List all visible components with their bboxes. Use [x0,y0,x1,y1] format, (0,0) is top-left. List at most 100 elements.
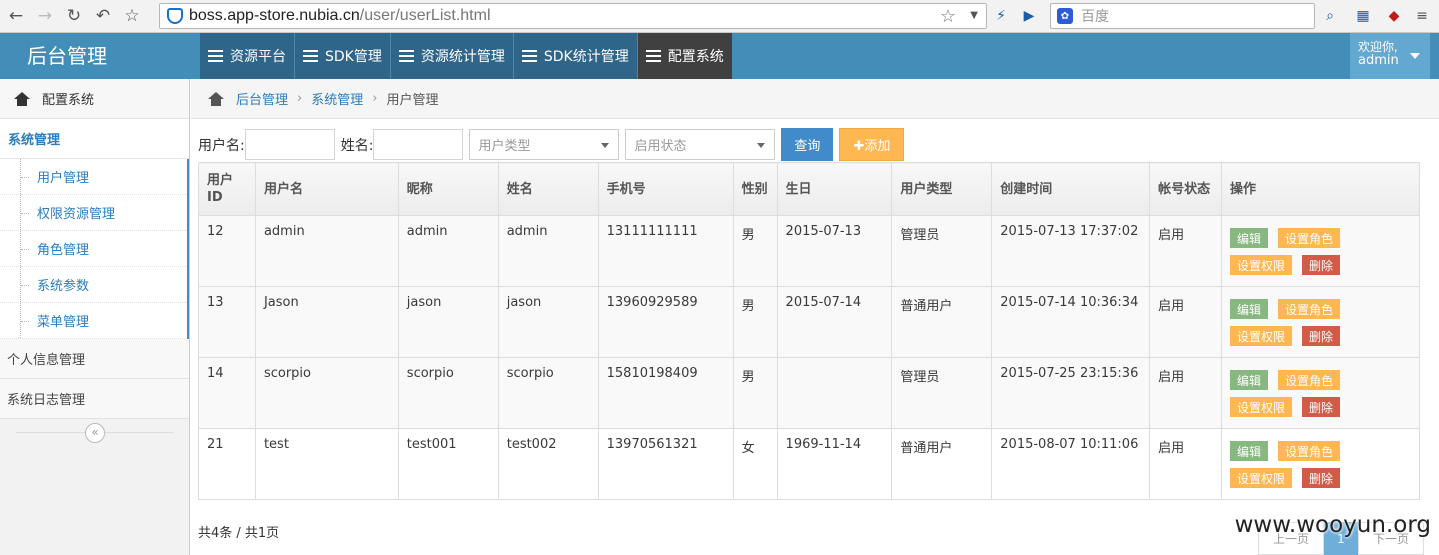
cell-type: 管理员 [891,357,993,429]
nav-config-system[interactable]: 配置系统 [637,33,732,79]
column-header: 用户ID [198,162,256,216]
delete-button[interactable]: 删除 [1302,468,1341,488]
sidebar-item-system-log[interactable]: 系统日志管理 [0,379,189,419]
status-select[interactable]: 启用状态 [625,129,776,160]
search-box[interactable]: ✿ 百度 [1050,3,1315,29]
set-permission-button[interactable]: 设置权限 [1230,326,1293,346]
cell-name: jason [497,286,599,358]
sidebar-header-label: 配置系统 [42,93,95,108]
sidebar-group-system[interactable]: 系统管理 [0,119,189,159]
list-icon [208,50,223,62]
cell-nickname: admin [397,215,499,287]
reload-icon[interactable]: ↻ [61,3,87,29]
welcome-text: 欢迎你, [1358,40,1398,54]
delete-button[interactable]: 删除 [1302,326,1341,346]
cell-name: admin [497,215,599,287]
sidebar-submenu: 用户管理 权限资源管理 角色管理 系统参数 菜单管理 [0,159,189,339]
cell-type: 普通用户 [891,286,993,358]
cell-actions: 编辑 设置角色 设置权限 删除 [1221,428,1420,500]
delete-button[interactable]: 删除 [1302,255,1341,275]
lightning-icon[interactable]: ⚡ [990,5,1012,27]
search-placeholder: 百度 [1081,9,1109,25]
set-role-button[interactable]: 设置角色 [1278,228,1341,248]
column-header: 姓名 [497,162,599,216]
edit-button[interactable]: 编辑 [1230,370,1269,390]
edit-button[interactable]: 编辑 [1230,441,1269,461]
breadcrumb-separator: › [372,91,378,106]
column-header: 帐号状态 [1149,162,1223,216]
status-placeholder: 启用状态 [634,139,687,154]
delete-button[interactable]: 删除 [1302,397,1341,417]
set-role-button[interactable]: 设置角色 [1278,441,1341,461]
breadcrumb-section[interactable]: 系统管理 [311,89,363,108]
username-input[interactable] [244,129,335,160]
name-input[interactable] [373,129,464,160]
favorite-star-icon[interactable]: ☆ [940,6,956,27]
add-button[interactable]: ✚添加 [839,128,905,161]
caret-down-icon [1410,53,1420,59]
set-permission-button[interactable]: 设置权限 [1230,397,1293,417]
sidebar-header: 配置系统 [0,79,189,119]
cell-type: 普通用户 [891,428,993,500]
cell-username: Jason [254,286,399,358]
nav-sdk-stats[interactable]: SDK统计管理 [513,33,638,79]
dropdown-icon[interactable]: ▼ [970,10,978,21]
sidebar-item-user-management[interactable]: 用户管理 [0,159,187,195]
search-button[interactable]: 查询 [781,128,834,161]
column-header: 昵称 [397,162,499,216]
sidebar-item-menu-management[interactable]: 菜单管理 [0,303,187,339]
pagination-summary: 共4条 / 共1页 [198,526,280,541]
column-header: 生日 [776,162,893,216]
edit-button[interactable]: 编辑 [1230,228,1269,248]
column-header: 创建时间 [991,162,1151,216]
menu-icon[interactable]: ≡ [1411,5,1433,27]
table-row: 14 scorpio scorpio scorpio 15810198409 男… [198,357,1420,429]
cell-id: 13 [198,286,256,358]
nav-label: SDK管理 [325,49,382,65]
brand-title[interactable]: 后台管理 [0,33,200,79]
cell-status: 启用 [1149,357,1223,429]
collapse-sidebar-icon[interactable]: « [85,423,105,443]
column-header: 用户名 [254,162,399,216]
cell-id: 12 [198,215,256,287]
nav-sdk[interactable]: SDK管理 [295,33,391,79]
list-icon [398,50,414,62]
sidebar-item-profile[interactable]: 个人信息管理 [0,339,189,379]
cell-actions: 编辑 设置角色 设置权限 删除 [1221,215,1420,287]
list-icon [645,50,661,62]
url-host: boss.app-store.nubia.cn [189,7,360,24]
user-menu[interactable]: 欢迎你, admin [1350,33,1430,79]
forward-icon[interactable]: → [32,3,58,29]
cell-created: 2015-07-13 17:37:02 [991,215,1151,287]
address-bar[interactable]: boss.app-store.nubia.cn/user/userList.ht… [159,3,987,29]
bookmark-star-icon[interactable]: ☆ [119,3,145,29]
column-header: 手机号 [597,162,734,216]
nav-resource-stats[interactable]: 资源统计管理 [390,33,514,79]
caret-down-icon [601,143,610,148]
cell-gender: 男 [732,357,778,429]
nav-resource-platform[interactable]: 资源平台 [200,33,295,79]
nav-label: 资源统计管理 [420,49,505,65]
sidebar-item-system-params[interactable]: 系统参数 [0,267,187,303]
set-role-button[interactable]: 设置角色 [1278,370,1341,390]
set-permission-button[interactable]: 设置权限 [1230,255,1293,275]
breadcrumb-home[interactable]: 后台管理 [236,89,288,108]
breadcrumb-separator: › [297,91,303,106]
cell-username: test [254,428,399,500]
extension-icon[interactable]: ◆ [1383,5,1405,27]
cell-name: test002 [497,428,599,500]
set-role-button[interactable]: 设置角色 [1278,299,1341,319]
undo-icon[interactable]: ↶ [90,3,116,29]
user-type-select[interactable]: 用户类型 [469,129,620,160]
sidebar-item-permission-resources[interactable]: 权限资源管理 [0,195,187,231]
cell-nickname: scorpio [397,357,499,429]
play-icon[interactable]: ▶ [1018,5,1040,27]
set-permission-button[interactable]: 设置权限 [1230,468,1293,488]
search-icon[interactable]: ⌕ [1319,5,1341,27]
sidebar-item-role-management[interactable]: 角色管理 [0,231,187,267]
edit-button[interactable]: 编辑 [1230,299,1269,319]
cell-status: 启用 [1149,286,1223,358]
column-header: 性别 [732,162,778,216]
apps-icon[interactable]: ▦ [1352,5,1374,27]
back-icon[interactable]: ← [3,3,29,29]
